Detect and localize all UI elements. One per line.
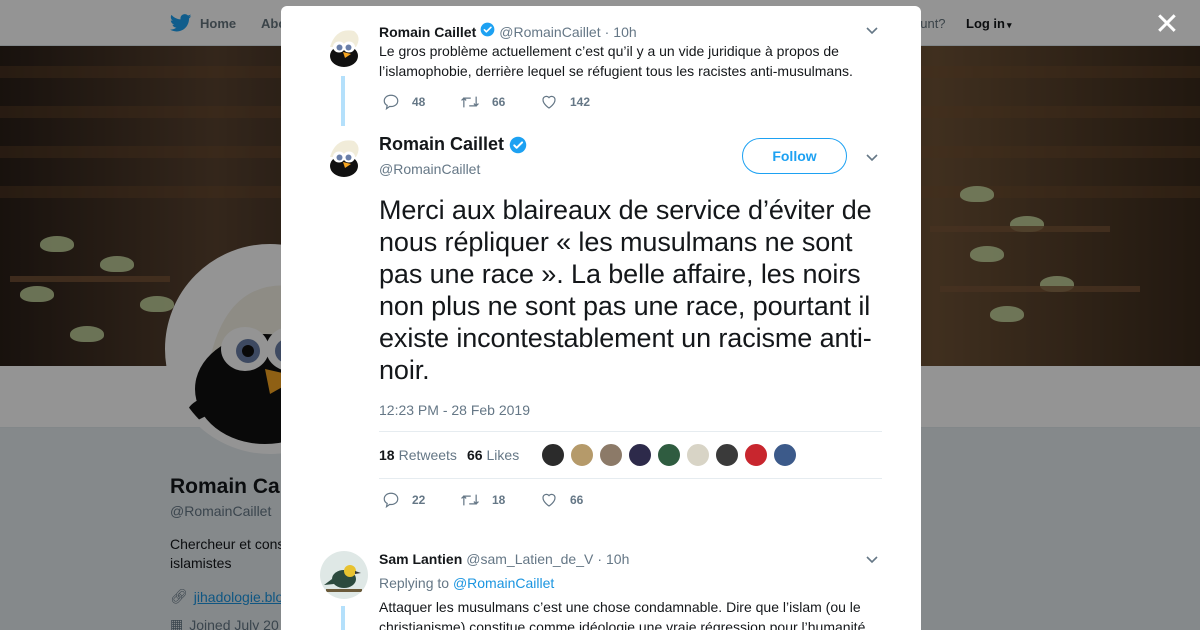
likes-stat[interactable]: 66 Likes xyxy=(467,447,519,463)
reply-count: 22 xyxy=(412,493,426,507)
liker-avatar[interactable] xyxy=(628,443,653,467)
follow-button[interactable]: Follow xyxy=(742,138,847,174)
like-button[interactable]: 66 xyxy=(540,491,583,509)
verified-badge-icon xyxy=(480,22,495,37)
retweet-icon xyxy=(461,96,479,108)
liker-avatar[interactable] xyxy=(773,443,798,467)
author-name[interactable]: Romain Caillet xyxy=(379,24,476,40)
verified-badge-icon xyxy=(509,136,527,153)
heart-icon xyxy=(542,493,556,507)
parent-tweet-header: Romain Caillet @RomainCaillet · 10h xyxy=(379,22,637,40)
close-button[interactable]: ✕ xyxy=(1150,8,1184,42)
author-handle[interactable]: @sam_Latien_de_V xyxy=(466,551,593,567)
retweets-stat-count: 18 xyxy=(379,447,395,463)
retweets-stat[interactable]: 18 Retweets xyxy=(379,447,457,463)
author-name[interactable]: Romain Caillet xyxy=(379,134,527,155)
retweets-stat-label: Retweets xyxy=(398,447,457,463)
replying-to-link[interactable]: @RomainCaillet xyxy=(453,575,554,591)
liker-avatar[interactable] xyxy=(715,443,740,467)
avatar[interactable] xyxy=(320,551,368,599)
tweet-time[interactable]: 10h xyxy=(606,551,629,567)
like-count: 142 xyxy=(570,95,591,109)
author-handle[interactable]: @RomainCaillet xyxy=(499,24,600,40)
liker-avatar[interactable] xyxy=(686,443,711,467)
thread-line xyxy=(341,76,345,126)
bird-avatar-icon xyxy=(320,551,368,599)
like-button[interactable]: 142 xyxy=(540,93,590,111)
tweet-text: Le gros problème actuellement c’est qu’i… xyxy=(379,43,853,79)
more-options-icon[interactable] xyxy=(864,22,880,38)
main-tweet-text: Merci aux blaireaux de service d’éviter … xyxy=(379,195,872,385)
replying-to-label: Replying to xyxy=(379,575,450,591)
author-name-text: Romain Caillet xyxy=(379,134,505,154)
liker-avatar[interactable] xyxy=(744,443,769,467)
retweet-button[interactable]: 66 xyxy=(460,93,540,111)
tweet-time[interactable]: 10h xyxy=(613,24,636,40)
liker-avatars xyxy=(541,443,798,467)
reply-count: 48 xyxy=(412,95,426,109)
more-options-icon[interactable] xyxy=(864,149,880,165)
likes-stat-count: 66 xyxy=(466,447,483,463)
separator-dot: · xyxy=(597,551,602,567)
calimero-avatar-icon xyxy=(320,23,368,71)
tweet-stats: 18 Retweets 66 Likes xyxy=(379,431,882,479)
tweet-permalink-modal: Romain Caillet @RomainCaillet · 10h Le g… xyxy=(281,6,921,630)
replying-to: Replying to @RomainCaillet xyxy=(379,575,554,591)
retweet-icon xyxy=(461,494,479,506)
more-options-icon[interactable] xyxy=(864,551,880,567)
separator-dot: · xyxy=(604,24,610,40)
liker-avatar[interactable] xyxy=(570,443,595,467)
retweet-button[interactable]: 18 xyxy=(460,491,540,509)
author-name[interactable]: Sam Lantien xyxy=(379,551,462,567)
avatar[interactable] xyxy=(320,133,368,181)
reply-tweet-header: Sam Lantien @sam_Latien_de_V · 10h xyxy=(379,551,629,567)
tweet-timestamp[interactable]: 12:23 PM - 28 Feb 2019 xyxy=(379,402,530,418)
liker-avatar[interactable] xyxy=(657,443,682,467)
avatar[interactable] xyxy=(320,23,368,71)
like-count: 66 xyxy=(570,493,584,507)
author-handle[interactable]: @RomainCaillet xyxy=(379,161,480,177)
reply-button[interactable]: 48 xyxy=(382,93,460,111)
retweet-count: 66 xyxy=(492,95,506,109)
reply-button[interactable]: 22 xyxy=(382,491,460,509)
likes-stat-label: Likes xyxy=(486,447,520,463)
liker-avatar[interactable] xyxy=(541,443,566,467)
tweet-text: Attaquer les musulmans c’est une chose c… xyxy=(379,599,866,630)
liker-avatar[interactable] xyxy=(599,443,624,467)
retweet-count: 18 xyxy=(492,493,506,507)
thread-line xyxy=(341,606,345,630)
heart-icon xyxy=(542,95,556,109)
tweet-actions: 48 66 142 xyxy=(382,93,590,111)
reply-icon xyxy=(383,94,399,111)
reply-icon xyxy=(383,492,399,509)
calimero-avatar-icon xyxy=(320,133,368,181)
tweet-actions: 22 18 66 xyxy=(382,491,583,509)
